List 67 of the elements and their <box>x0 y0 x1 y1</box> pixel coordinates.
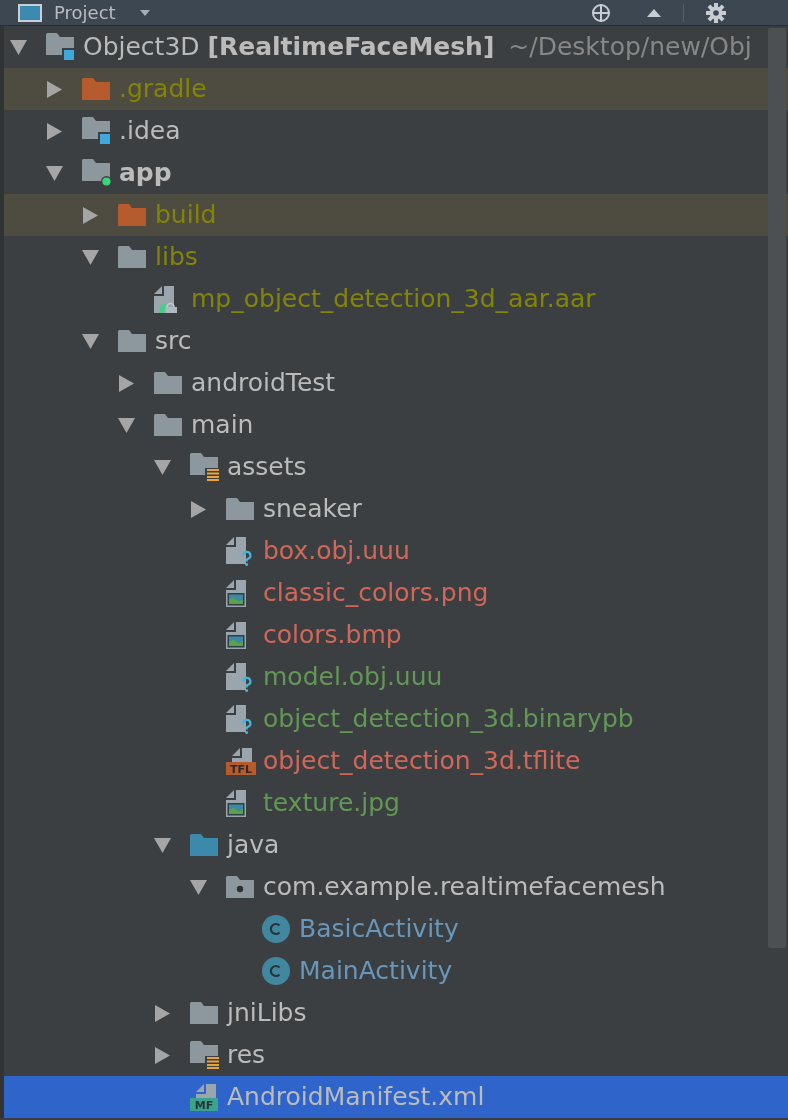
folder-name[interactable]: assets <box>227 452 307 482</box>
class-name[interactable]: MainActivity <box>299 956 453 986</box>
image-file-icon <box>226 579 246 607</box>
caret-down-icon[interactable] <box>190 879 207 895</box>
caret-down-icon[interactable] <box>154 837 171 853</box>
project-path: ~/Desktop/new/Obj <box>508 32 752 62</box>
file-name[interactable]: mp_object_detection_3d_aar.aar <box>191 284 596 314</box>
panel-title[interactable]: Project <box>54 1 116 24</box>
folder-name[interactable]: .gradle <box>119 74 207 104</box>
unknown-file-icon <box>226 704 252 734</box>
caret-down-icon[interactable] <box>10 39 27 55</box>
caret-icon[interactable] <box>139 9 150 16</box>
package-icon <box>226 876 254 898</box>
class-icon <box>262 915 290 943</box>
unknown-file-icon <box>226 536 252 566</box>
file-name[interactable]: object_detection_3d.tflite <box>263 746 581 776</box>
tree-row[interactable]: .gradle <box>4 68 788 110</box>
archive-file-icon <box>154 285 177 313</box>
folder-icon <box>46 32 76 62</box>
folder-name[interactable]: sneaker <box>263 494 362 524</box>
caret-down-icon[interactable] <box>82 333 99 349</box>
tree-row[interactable]: MF AndroidManifest.xml <box>4 1076 788 1118</box>
resource-folder-icon <box>190 453 219 481</box>
folder-icon <box>82 116 112 146</box>
file-name[interactable]: object_detection_3d.binarypb <box>263 704 634 734</box>
folder-name[interactable]: .idea <box>119 116 181 146</box>
file-name[interactable]: AndroidManifest.xml <box>227 1082 485 1112</box>
caret-down-icon[interactable] <box>154 459 171 475</box>
image-file-icon <box>226 621 246 649</box>
caret-down-icon[interactable] <box>82 249 99 265</box>
folder-name[interactable]: src <box>155 326 192 356</box>
caret-right-icon[interactable] <box>191 500 206 518</box>
folder-name[interactable]: jniLibs <box>227 998 307 1028</box>
folder-name[interactable]: main <box>191 410 254 440</box>
caret-right-icon[interactable] <box>47 122 62 140</box>
caret-right-icon[interactable] <box>119 374 134 392</box>
folder-name[interactable]: build <box>155 200 217 230</box>
triangle-icon[interactable] <box>647 8 661 17</box>
source-folder-icon <box>190 834 218 856</box>
file-name[interactable]: model.obj.uuu <box>263 662 443 692</box>
project-name[interactable]: Object3D [RealtimeFaceMesh] <box>83 32 495 62</box>
folder-name[interactable]: java <box>227 830 280 860</box>
caret-right-icon[interactable] <box>155 1046 170 1064</box>
caret-right-icon[interactable] <box>155 1004 170 1022</box>
caret-right-icon[interactable] <box>83 206 98 224</box>
panel-icon <box>18 3 42 22</box>
module-folder-icon <box>82 159 112 187</box>
caret-down-icon[interactable] <box>118 417 135 433</box>
file-name[interactable]: classic_colors.png <box>263 578 489 608</box>
image-file-icon <box>226 789 246 817</box>
tree-row[interactable]: build <box>4 194 788 236</box>
target-icon[interactable] <box>591 2 611 23</box>
settings-icon[interactable] <box>706 2 726 23</box>
module-name[interactable]: app <box>119 158 172 188</box>
folder-name[interactable]: res <box>227 1040 266 1070</box>
file-name[interactable]: colors.bmp <box>263 620 402 650</box>
package-name[interactable]: com.example.realtimefacemesh <box>263 872 666 902</box>
folder-name[interactable]: libs <box>155 242 198 272</box>
resource-folder-icon <box>190 1041 219 1069</box>
folder-name[interactable]: androidTest <box>191 368 336 398</box>
unknown-file-icon <box>226 662 252 692</box>
file-name[interactable]: box.obj.uuu <box>263 536 410 566</box>
class-name[interactable]: BasicActivity <box>299 914 459 944</box>
caret-down-icon[interactable] <box>46 165 63 181</box>
caret-right-icon[interactable] <box>47 80 62 98</box>
class-icon <box>262 957 290 985</box>
file-name[interactable]: texture.jpg <box>263 788 400 818</box>
